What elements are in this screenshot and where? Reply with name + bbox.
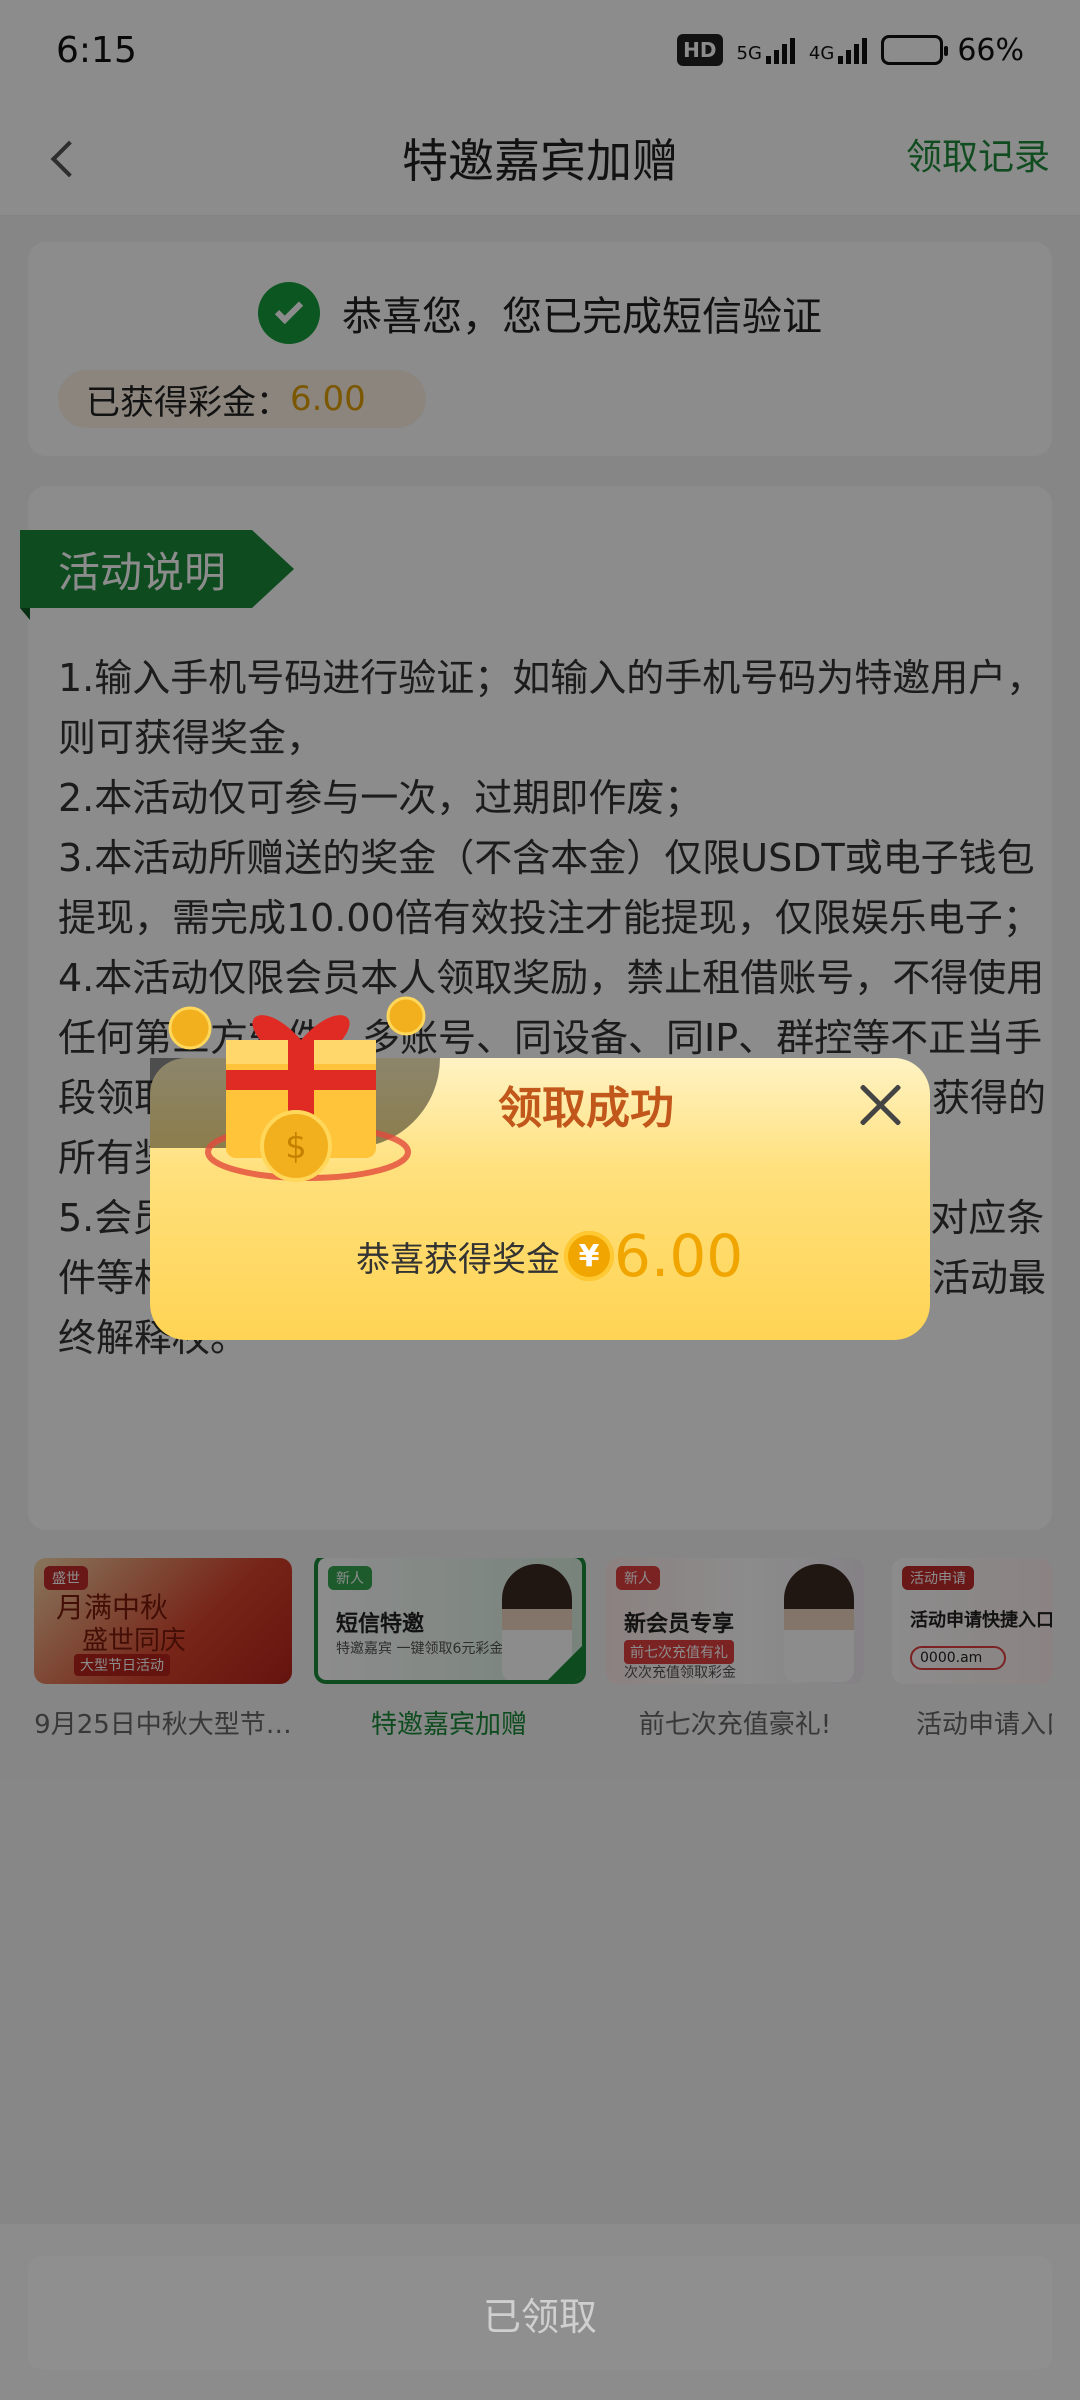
modal-message-text: 恭喜获得奖金: [356, 1239, 560, 1280]
close-icon[interactable]: [850, 1074, 912, 1136]
modal-amount: 6.00: [614, 1222, 744, 1290]
svg-text:$: $: [285, 1127, 307, 1167]
modal-message: 恭喜获得奖金 ¥ 6.00: [356, 1222, 743, 1290]
gift-box-icon: $: [168, 996, 426, 1182]
yuan-coin-icon: ¥: [564, 1231, 614, 1281]
modal-title: 领取成功: [498, 1083, 674, 1134]
claimed-button[interactable]: 已领取: [28, 2256, 1052, 2370]
